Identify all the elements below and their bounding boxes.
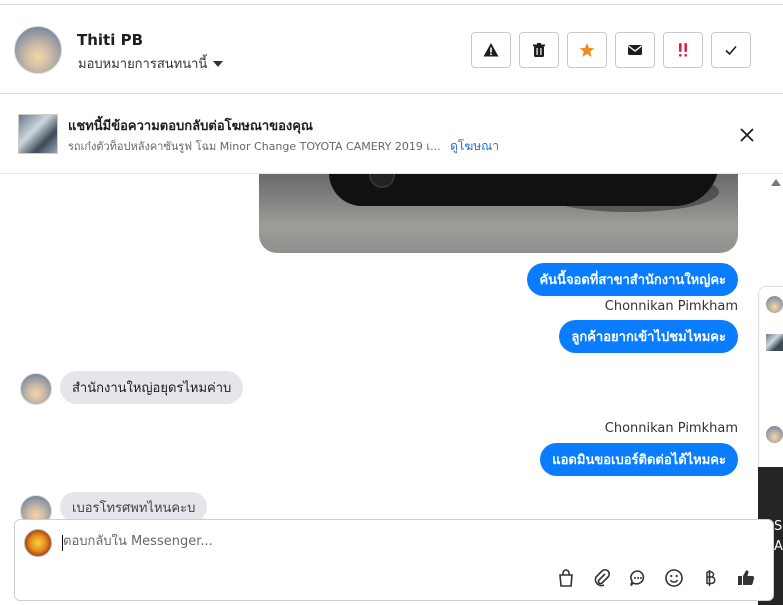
mini-avatar[interactable] [766, 296, 783, 313]
contact-name[interactable]: Thiti PB [77, 31, 143, 49]
contact-avatar[interactable] [14, 26, 62, 74]
star-button[interactable] [567, 32, 607, 68]
attach-button[interactable] [591, 567, 613, 589]
baht-icon [706, 570, 716, 586]
conversation-header: Thiti PB มอบหมายการสนทนานี้ [0, 4, 783, 94]
trash-icon [533, 43, 545, 57]
warning-icon [483, 43, 499, 57]
message-bubble-incoming[interactable]: สำนักงานใหญ่อยุดรไหมค่าบ [60, 371, 244, 404]
like-button[interactable] [735, 567, 757, 589]
ad-reply-banner: แชทนี้มีข้อความตอบกลับต่อโฆษณาของคุณ รถเ… [0, 94, 783, 174]
assign-label: มอบหมายการสนทนานี้ [78, 57, 208, 72]
messenger-conversation: Thiti PB มอบหมายการสนทนานี้ แชทนี้มีข้อค… [0, 0, 783, 605]
page-avatar [24, 529, 52, 557]
payment-button[interactable] [699, 567, 721, 589]
envelope-icon [628, 45, 642, 55]
reply-composer [14, 519, 774, 601]
ad-banner-title: แชทนี้มีข้อความตอบกลับต่อโฆษณาของคุณ [68, 119, 313, 134]
saved-replies-button[interactable] [627, 567, 649, 589]
header-actions [471, 32, 751, 68]
caret-down-icon [213, 60, 224, 67]
emoji-button[interactable] [663, 567, 685, 589]
contact-avatar-small[interactable] [20, 495, 52, 519]
delete-button[interactable] [519, 32, 559, 68]
message-bubble-outgoing[interactable]: แอดมินขอเบอร์ติดต่อได้ไหมคะ [540, 443, 738, 476]
thumbs-up-icon [738, 570, 755, 586]
message-bubble-incoming[interactable]: เบอรโทรศพทไหนคะบ [60, 492, 208, 519]
close-icon[interactable] [738, 126, 756, 144]
contact-avatar-small[interactable] [20, 373, 52, 405]
star-icon [579, 43, 595, 57]
ad-description: รถเก๋งตัวท็อปหลังคาซันรูฟ โฉม Minor Chan… [68, 140, 441, 153]
message-bubble-outgoing[interactable]: ลูกค้าอยากเข้าไปชมไหมคะ [559, 320, 738, 353]
message-bubble-outgoing[interactable]: คันนี้จอดที่สาขาสำนักงานใหญ่คะ [527, 263, 738, 296]
checkmark-icon [725, 45, 737, 56]
mark-spam-button[interactable] [471, 32, 511, 68]
double-exclamation-icon [679, 43, 687, 57]
smiley-icon [665, 569, 683, 587]
shopping-bag-icon [559, 569, 573, 587]
ad-banner-subtitle: รถเก๋งตัวท็อปหลังคาซันรูฟ โฉม Minor Chan… [68, 137, 499, 156]
mini-ad-thumbnail[interactable] [766, 334, 783, 351]
mark-unread-button[interactable] [615, 32, 655, 68]
chat-bubble-icon [630, 570, 645, 586]
mini-avatar[interactable] [766, 426, 783, 443]
sender-name: Chonnikan Pimkham [604, 421, 738, 436]
assign-conversation-dropdown[interactable]: มอบหมายการสนทนานี้ [78, 53, 224, 74]
scroll-up-arrow-icon[interactable] [771, 179, 781, 186]
side-text-1: S [774, 519, 783, 534]
reply-input[interactable] [63, 534, 663, 549]
sender-name: Chonnikan Pimkham [604, 299, 738, 314]
car-photo-message[interactable] [259, 174, 738, 253]
mark-done-button[interactable] [711, 32, 751, 68]
paperclip-icon [594, 568, 611, 587]
view-ad-link[interactable]: ดูโฆษณา [450, 139, 499, 153]
shopping-bag-button[interactable] [555, 567, 577, 589]
composer-toolbar [555, 567, 757, 589]
follow-up-button[interactable] [663, 32, 703, 68]
side-text-2: A [774, 539, 783, 554]
ad-thumbnail[interactable] [18, 114, 58, 154]
message-thread[interactable]: คันนี้จอดที่สาขาสำนักงานใหญ่คะ Chonnikan… [0, 174, 768, 519]
